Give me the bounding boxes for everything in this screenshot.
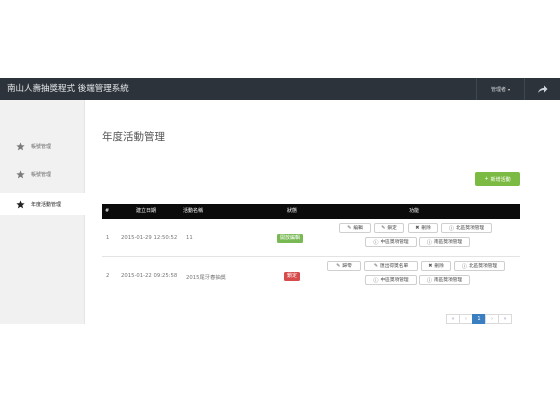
status-badge: 鎖定 xyxy=(284,272,301,281)
edit-icon: ✎ xyxy=(373,263,379,269)
edit-icon: ✎ xyxy=(347,225,352,231)
chevron-down-icon: ▾ xyxy=(508,86,511,92)
lock-button[interactable]: ✎ 鎖定 xyxy=(374,223,404,233)
south-prizes-button[interactable]: ⓘ 南區獎項管理 xyxy=(419,275,470,285)
star-icon xyxy=(16,169,25,178)
north-prizes-label: 北區獎項管理 xyxy=(468,264,498,269)
reset-button[interactable]: ✎ 歸零 xyxy=(327,261,361,271)
south-prizes-button[interactable]: ⓘ 南區獎項管理 xyxy=(419,237,470,247)
user-menu[interactable]: 管理者 ▾ xyxy=(476,78,524,100)
row-index: 2 xyxy=(106,273,110,279)
info-icon: ⓘ xyxy=(426,239,432,246)
column-header-index: # xyxy=(105,208,110,214)
central-prizes-button[interactable]: ⓘ 中區獎項管理 xyxy=(365,275,417,285)
north-prizes-button[interactable]: ⓘ 北區獎項管理 xyxy=(454,261,505,271)
add-event-button[interactable]: + 新增活動 xyxy=(475,172,520,186)
pagination-prev[interactable]: ‹ xyxy=(459,314,473,324)
info-icon: ⓘ xyxy=(426,277,432,284)
row-name: 2015尾牙春抽獎 xyxy=(186,275,226,281)
sidebar-item-label: 年度活動管理 xyxy=(31,201,62,208)
info-icon: ⓘ xyxy=(461,263,467,270)
sidebar-item-annual-events[interactable]: 年度活動管理 xyxy=(0,193,91,215)
edit-icon: ✎ xyxy=(381,225,386,231)
edit-icon: ✎ xyxy=(336,263,341,269)
pagination-first[interactable]: « xyxy=(446,314,460,324)
row-date: 2015-01-22 09:25:58 xyxy=(121,273,178,279)
central-prizes-label: 中區獎項管理 xyxy=(380,240,409,245)
pagination-page-1[interactable]: 1 xyxy=(472,314,486,324)
row-date: 2015-01-29 12:50:52 xyxy=(121,235,178,241)
delete-label: 刪除 xyxy=(434,264,444,269)
row-index: 1 xyxy=(106,235,110,241)
sidebar: 帳號管理 帳號管理 年度活動管理 xyxy=(0,100,91,324)
column-header-date: 建立日期 xyxy=(136,208,157,214)
lock-label: 鎖定 xyxy=(387,226,397,231)
pagination-next[interactable]: › xyxy=(485,314,499,324)
export-winners-button[interactable]: ✎ 匯出得獎名單 xyxy=(364,261,418,271)
north-prizes-label: 北區獎項管理 xyxy=(455,226,485,231)
pagination-last[interactable]: » xyxy=(498,314,512,324)
sidebar-item-label: 帳號管理 xyxy=(31,143,52,150)
column-header-status: 狀態 xyxy=(287,208,298,214)
add-event-label: 新增活動 xyxy=(490,176,511,183)
export-winners-label: 匯出得獎名單 xyxy=(380,264,409,269)
info-icon: ⓘ xyxy=(448,225,454,232)
column-header-name: 活動名稱 xyxy=(183,208,204,214)
delete-label: 刪除 xyxy=(421,226,431,231)
close-icon: ✖ xyxy=(415,225,420,231)
share-arrow-icon xyxy=(538,85,548,93)
south-prizes-label: 南區獎項管理 xyxy=(433,240,463,245)
info-icon: ⓘ xyxy=(373,277,379,284)
table-row: 2 2015-01-22 09:25:58 2015尾牙春抽獎 鎖定 ✎ 歸零 … xyxy=(102,257,520,295)
row-name: 11 xyxy=(186,235,193,241)
info-icon: ⓘ xyxy=(373,239,379,246)
star-icon xyxy=(16,141,25,150)
page-title: 年度活動管理 xyxy=(102,131,165,143)
central-prizes-button[interactable]: ⓘ 中區獎項管理 xyxy=(365,237,417,247)
user-menu-label: 管理者 xyxy=(490,86,506,93)
south-prizes-label: 南區獎項管理 xyxy=(433,278,463,283)
pagination: « ‹ 1 › » xyxy=(446,314,512,324)
status-badge: 開放編輯 xyxy=(277,234,304,243)
edit-label: 編輯 xyxy=(353,226,363,231)
sidebar-item-label: 帳號管理 xyxy=(31,171,52,178)
edit-button[interactable]: ✎ 編輯 xyxy=(339,223,371,233)
north-prizes-button[interactable]: ⓘ 北區獎項管理 xyxy=(441,223,492,233)
sidebar-item-accounts[interactable]: 帳號管理 xyxy=(0,135,85,157)
plus-icon: + xyxy=(484,176,489,182)
central-prizes-label: 中區獎項管理 xyxy=(380,278,409,283)
column-header-actions: 功能 xyxy=(409,208,420,214)
delete-button[interactable]: ✖ 刪除 xyxy=(408,223,438,233)
close-icon: ✖ xyxy=(428,263,433,269)
table-row: 1 2015-01-29 12:50:52 11 開放編輯 ✎ 編輯 ✎ 鎖定 … xyxy=(102,219,520,257)
table-header: # 建立日期 活動名稱 狀態 功能 xyxy=(102,204,520,219)
delete-button[interactable]: ✖ 刪除 xyxy=(421,261,451,271)
events-table: # 建立日期 活動名稱 狀態 功能 1 2015-01-29 12:50:52 … xyxy=(102,204,520,295)
brand-title[interactable]: 南山人壽抽獎程式 後端管理系統 xyxy=(7,78,129,100)
logout-button[interactable] xyxy=(524,78,560,100)
reset-label: 歸零 xyxy=(342,264,352,269)
sidebar-item-accounts-2[interactable]: 帳號管理 xyxy=(0,163,85,185)
star-icon xyxy=(16,199,25,208)
top-navbar: 南山人壽抽獎程式 後端管理系統 管理者 ▾ xyxy=(0,78,560,100)
